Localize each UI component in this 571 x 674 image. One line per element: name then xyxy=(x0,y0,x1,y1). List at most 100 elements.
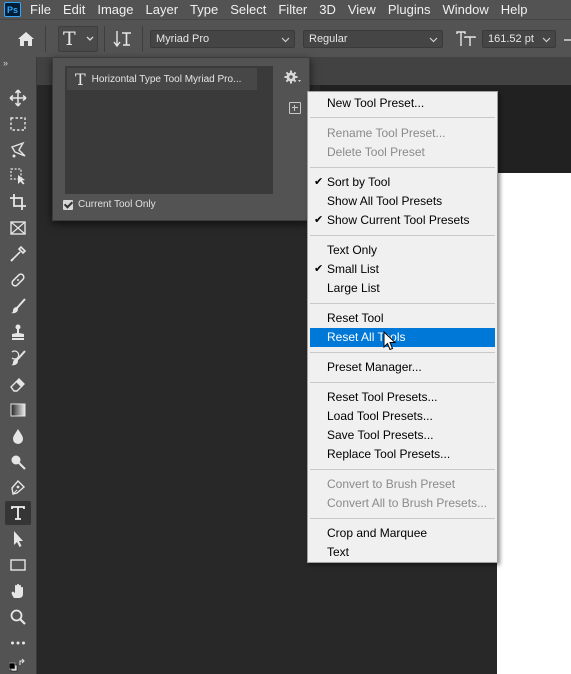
hand-tool-icon[interactable] xyxy=(5,579,31,603)
preset-item-label: Horizontal Type Tool Myriad Pro... xyxy=(91,73,242,85)
menu-item-sort-by-tool[interactable]: ✔ Sort by Tool xyxy=(310,173,495,192)
chevron-down-icon xyxy=(281,37,290,43)
clone-stamp-tool-icon[interactable] xyxy=(5,320,31,344)
menu-item-small-list[interactable]: ✔ Small List xyxy=(310,260,495,279)
current-tool-only-label: Current Tool Only xyxy=(78,199,156,210)
home-icon[interactable] xyxy=(17,31,35,47)
menu-edit[interactable]: Edit xyxy=(63,2,85,17)
zoom-tool-icon[interactable] xyxy=(5,605,31,629)
crop-tool-icon[interactable] xyxy=(5,190,31,214)
menu-3d[interactable]: 3D xyxy=(319,2,336,17)
brush-tool-icon[interactable] xyxy=(5,294,31,318)
move-tool-icon[interactable] xyxy=(5,86,31,110)
menu-item-convert-all-to-brush-presets: Convert All to Brush Presets... xyxy=(310,494,495,513)
document-canvas[interactable] xyxy=(497,173,571,674)
options-divider xyxy=(104,26,105,52)
menu-item-reset-tool[interactable]: Reset Tool xyxy=(310,309,495,328)
object-selection-tool-icon[interactable] xyxy=(5,164,31,188)
path-selection-tool-icon[interactable] xyxy=(5,527,31,551)
color-swatches-icon[interactable] xyxy=(5,654,31,674)
menu-item-label: Convert All to Brush Presets... xyxy=(327,496,488,510)
frame-tool-icon[interactable] xyxy=(5,216,31,240)
menu-item-show-all-tool-presets[interactable]: Show All Tool Presets xyxy=(310,192,495,211)
history-brush-tool-icon[interactable] xyxy=(5,346,31,370)
menu-plugins[interactable]: Plugins xyxy=(388,2,431,17)
pen-tool-icon[interactable] xyxy=(5,476,31,500)
lasso-tool-icon[interactable] xyxy=(5,138,31,162)
menu-view[interactable]: View xyxy=(348,2,376,17)
chevron-down-icon xyxy=(542,37,551,43)
menu-layer[interactable]: Layer xyxy=(146,2,179,17)
menu-item-new-tool-preset[interactable]: New Tool Preset... xyxy=(310,94,495,113)
menu-bar: Ps File Edit Image Layer Type Select Fil… xyxy=(0,0,571,19)
more-tools-icon[interactable] xyxy=(5,631,31,655)
menu-item-label: Text Only xyxy=(327,243,378,257)
tool-preset-context-menu: New Tool Preset... Rename Tool Preset...… xyxy=(307,91,498,563)
new-preset-icon[interactable] xyxy=(289,102,301,114)
menu-file[interactable]: File xyxy=(30,2,51,17)
menu-item-show-current-tool-presets[interactable]: ✔ Show Current Tool Presets xyxy=(310,211,495,230)
menu-item-text[interactable]: Text xyxy=(310,543,495,562)
menu-separator xyxy=(310,167,495,168)
eraser-tool-icon[interactable] xyxy=(5,372,31,396)
menu-item-convert-to-brush-preset: Convert to Brush Preset xyxy=(310,475,495,494)
menu-image[interactable]: Image xyxy=(97,2,133,17)
tool-preset-panel: T Horizontal Type Tool Myriad Pro... Cur… xyxy=(52,57,310,221)
menu-window[interactable]: Window xyxy=(442,2,488,17)
menu-item-reset-all-tools[interactable]: Reset All Tools xyxy=(310,328,495,347)
marquee-tool-icon[interactable] xyxy=(5,112,31,136)
more-options-icon[interactable] xyxy=(562,30,571,46)
menu-separator xyxy=(310,117,495,118)
tools-panel: » xyxy=(0,57,37,674)
collapse-toolbar-icon[interactable]: » xyxy=(3,58,8,68)
checkmark-icon: ✔ xyxy=(314,176,324,188)
font-family-select[interactable]: Myriad Pro xyxy=(150,30,295,48)
chevron-down-icon xyxy=(86,36,94,41)
menu-item-crop-and-marquee[interactable]: Crop and Marquee xyxy=(310,524,495,543)
font-size-select[interactable]: 161.52 pt xyxy=(482,30,556,48)
menu-item-label: Rename Tool Preset... xyxy=(327,126,446,140)
menu-item-preset-manager[interactable]: Preset Manager... xyxy=(310,358,495,377)
blur-tool-icon[interactable] xyxy=(5,424,31,448)
menu-filter[interactable]: Filter xyxy=(278,2,307,17)
menu-item-label: Reset Tool xyxy=(327,311,384,325)
font-style-select[interactable]: Regular xyxy=(303,30,443,48)
checkmark-icon: ✔ xyxy=(314,263,324,275)
options-bar: T Myriad Pro Regular 161.52 pt xyxy=(0,19,571,57)
menu-item-label: Show All Tool Presets xyxy=(327,194,443,208)
menu-type[interactable]: Type xyxy=(190,2,218,17)
chevron-down-icon xyxy=(429,37,438,43)
menu-item-label: Delete Tool Preset xyxy=(327,145,425,159)
font-size-value: 161.52 pt xyxy=(488,33,534,45)
type-tool-icon: T xyxy=(63,28,76,50)
menu-item-label: Show Current Tool Presets xyxy=(327,213,470,227)
tool-preset-picker[interactable]: T xyxy=(58,26,98,52)
font-style-value: Regular xyxy=(309,33,348,45)
menu-item-save-tool-presets[interactable]: Save Tool Presets... xyxy=(310,426,495,445)
menu-item-label: Reset Tool Presets... xyxy=(327,390,438,404)
text-orientation-icon[interactable] xyxy=(113,29,133,49)
menu-item-load-tool-presets[interactable]: Load Tool Presets... xyxy=(310,407,495,426)
menu-item-label: Crop and Marquee xyxy=(327,526,428,540)
font-family-value: Myriad Pro xyxy=(156,33,210,45)
preset-item[interactable]: T Horizontal Type Tool Myriad Pro... xyxy=(67,68,257,90)
menu-item-label: Small List xyxy=(327,262,380,276)
menu-select[interactable]: Select xyxy=(230,2,266,17)
horizontal-type-tool-icon[interactable] xyxy=(5,501,31,525)
eyedropper-tool-icon[interactable] xyxy=(5,242,31,266)
preset-list: T Horizontal Type Tool Myriad Pro... xyxy=(65,66,273,194)
menu-item-label: Text xyxy=(327,545,350,559)
dodge-tool-icon[interactable] xyxy=(5,450,31,474)
gear-icon[interactable] xyxy=(283,68,303,86)
menu-item-large-list[interactable]: Large List xyxy=(310,279,495,298)
healing-brush-tool-icon[interactable] xyxy=(5,268,31,292)
menu-item-replace-tool-presets[interactable]: Replace Tool Presets... xyxy=(310,445,495,464)
menu-help[interactable]: Help xyxy=(501,2,528,17)
rectangle-tool-icon[interactable] xyxy=(5,553,31,577)
menu-item-reset-tool-presets[interactable]: Reset Tool Presets... xyxy=(310,388,495,407)
gradient-tool-icon[interactable] xyxy=(5,398,31,422)
current-tool-only-checkbox[interactable]: Current Tool Only xyxy=(63,199,156,210)
menu-item-text-only[interactable]: Text Only xyxy=(310,241,495,260)
font-size-icon xyxy=(456,31,476,46)
type-tool-icon: T xyxy=(75,69,86,89)
